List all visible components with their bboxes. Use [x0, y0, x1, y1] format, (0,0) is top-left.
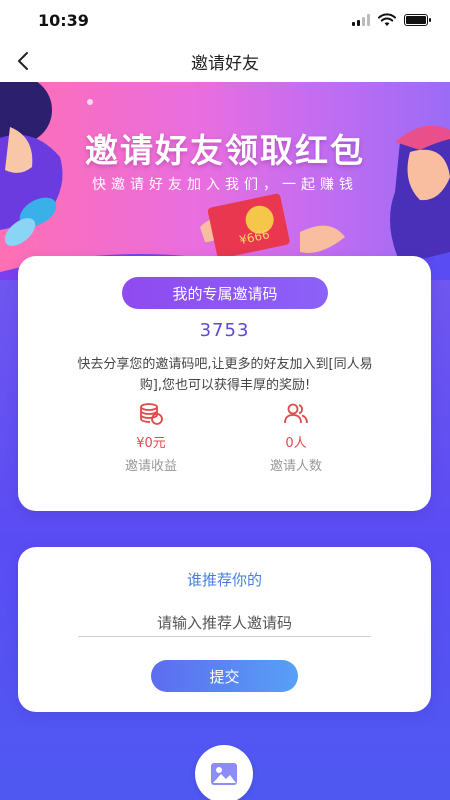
submit-button[interactable]: 提交: [151, 660, 298, 692]
banner-subtitle: 快邀请好友加入我们，一起赚钱: [92, 177, 358, 193]
banner-title: 邀请好友领取红包: [85, 131, 365, 170]
stat-earnings: ¥0元 邀请收益: [91, 402, 211, 474]
back-arrow-icon[interactable]: [12, 49, 36, 73]
status-icons: [352, 13, 431, 27]
wifi-icon: [378, 13, 396, 26]
users-icon: [284, 403, 308, 424]
image-button[interactable]: [195, 745, 253, 800]
invite-description: 快去分享您的邀请码吧,让更多的好友加入到[同人易购],您也可以获得丰厚的奖励!: [77, 357, 373, 393]
invite-code-pill: 我的专属邀请码: [122, 277, 328, 309]
invitees-label: 邀请人数: [269, 459, 322, 474]
signal-icon: [352, 14, 370, 26]
earnings-value: ¥0元: [136, 436, 166, 451]
coins-icon: [140, 403, 163, 425]
earnings-label: 邀请收益: [124, 459, 177, 474]
status-bar: 10:39: [0, 0, 450, 40]
image-icon: [211, 763, 237, 785]
status-time: 10:39: [38, 10, 89, 30]
invite-code-value[interactable]: 3753: [18, 320, 431, 341]
nav-bar: 邀请好友: [0, 40, 450, 82]
referrer-code-input[interactable]: [78, 609, 371, 637]
battery-icon: [404, 14, 431, 26]
invitees-value: 0人: [285, 436, 307, 451]
invite-code-card: 我的专属邀请码 3753 快去分享您的邀请码吧,让更多的好友加入到[同人易购],…: [18, 256, 431, 511]
referrer-title: 谁推荐你的: [186, 571, 262, 589]
stat-invitees: 0人 邀请人数: [236, 402, 356, 474]
referrer-card: 谁推荐你的 提交: [18, 547, 431, 712]
invite-banner: ¥666 邀请好友领取红包 快邀请好友加入我们，一起赚钱: [0, 82, 450, 282]
page-title: 邀请好友: [191, 53, 259, 74]
